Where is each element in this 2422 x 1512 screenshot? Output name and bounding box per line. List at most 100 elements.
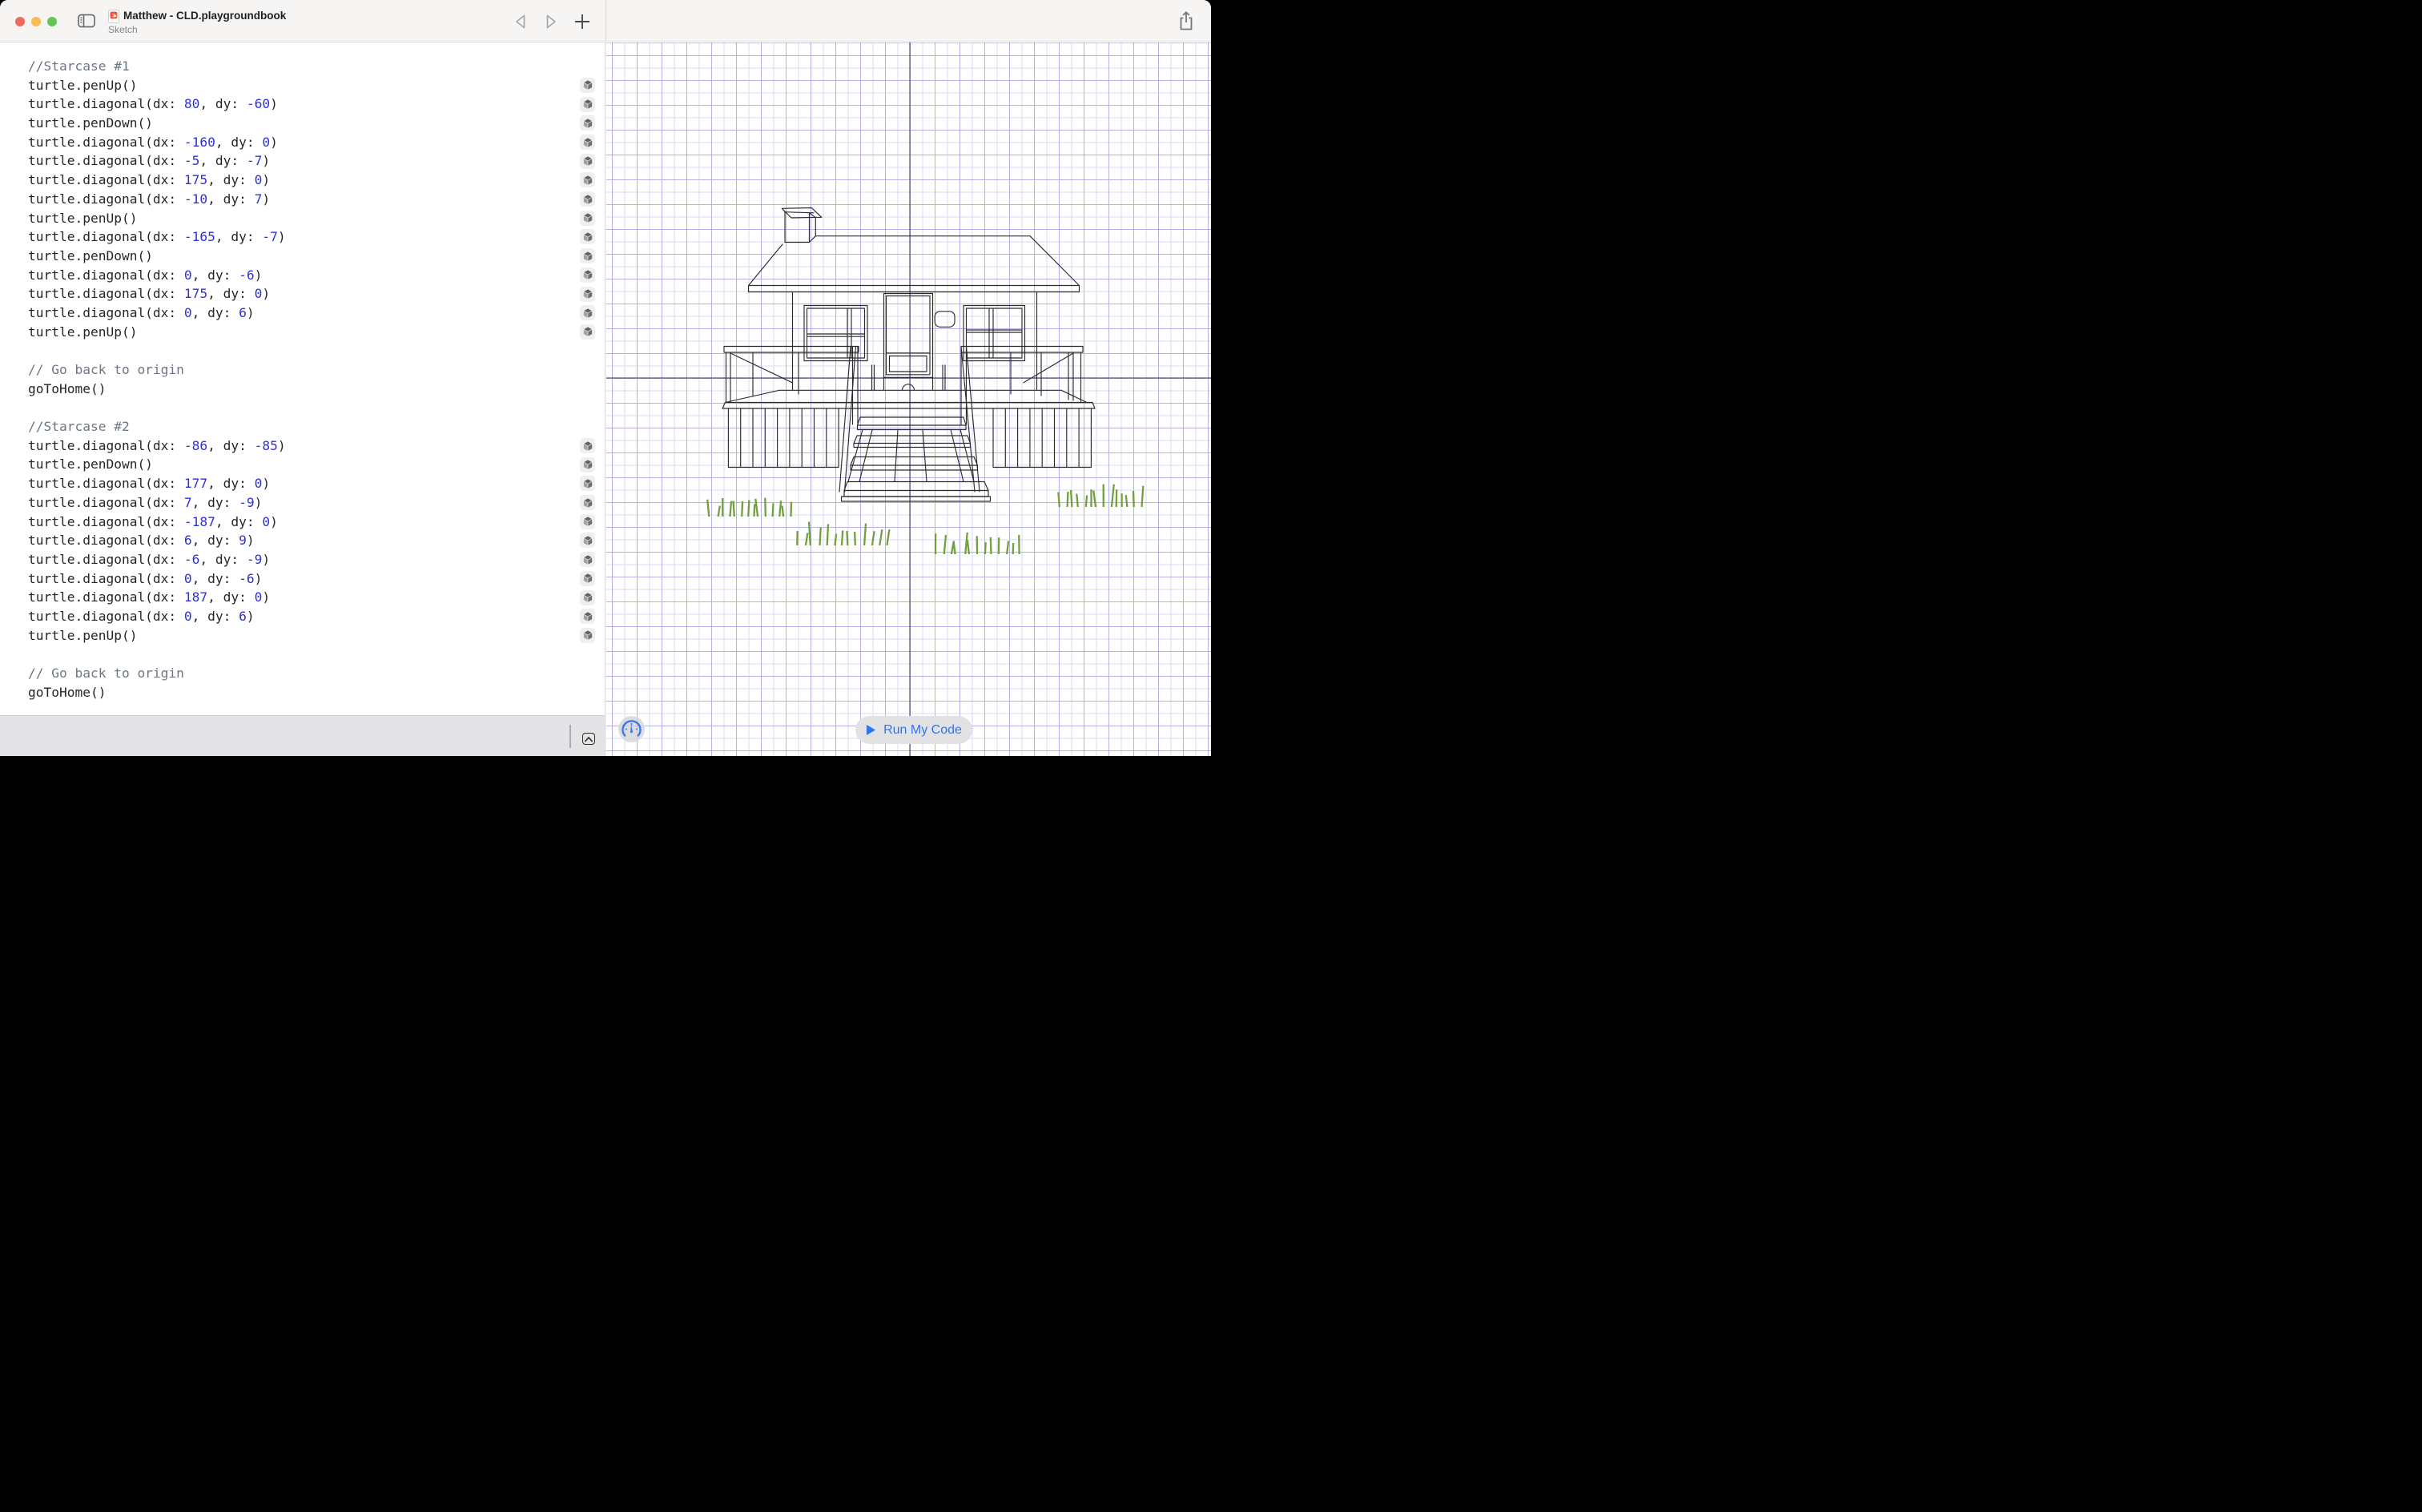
result-cube-button[interactable] — [580, 191, 595, 207]
cube-icon — [582, 535, 593, 546]
code-line[interactable]: turtle.penUp() — [0, 209, 605, 228]
result-cube-button[interactable] — [580, 305, 595, 321]
grass-blade — [1076, 493, 1079, 508]
code-line[interactable]: turtle.diagonal(dx: 0, dy: 6) — [0, 304, 605, 323]
code-line[interactable]: turtle.diagonal(dx: 7, dy: -9) — [0, 493, 605, 513]
grass-blade — [863, 523, 867, 546]
code-line[interactable]: turtle.diagonal(dx: 80, dy: -60) — [0, 94, 605, 114]
code-line[interactable]: turtle.penUp() — [0, 626, 605, 645]
code-line[interactable]: goToHome() — [0, 683, 605, 702]
code-line[interactable]: turtle.diagonal(dx: -187, dy: 0) — [0, 513, 605, 532]
result-cube-button[interactable] — [580, 552, 595, 568]
result-cube-button[interactable] — [580, 248, 595, 264]
grass-blade — [819, 527, 822, 546]
zoom-button[interactable] — [47, 17, 57, 26]
result-cube-button[interactable] — [580, 229, 595, 245]
code-line[interactable]: // Go back to origin — [0, 360, 605, 380]
code-line[interactable]: turtle.diagonal(dx: 177, dy: 0) — [0, 474, 605, 493]
result-cube-button[interactable] — [580, 533, 595, 549]
result-cube-button[interactable] — [580, 135, 595, 151]
cube-icon — [582, 251, 593, 262]
grass-blade — [781, 505, 785, 517]
cube-icon — [582, 592, 593, 603]
live-view-canvas[interactable]: Run My Code — [606, 42, 1211, 756]
minimize-button[interactable] — [31, 17, 41, 26]
result-cube-button[interactable] — [580, 115, 595, 131]
code-line[interactable] — [0, 645, 605, 664]
result-cube-button[interactable] — [580, 513, 595, 529]
result-cube-button[interactable] — [580, 286, 595, 302]
cube-icon — [582, 270, 593, 281]
result-cube-button[interactable] — [580, 172, 595, 188]
code-line[interactable]: goToHome() — [0, 380, 605, 399]
code-line[interactable]: turtle.penDown() — [0, 247, 605, 266]
result-cube-button[interactable] — [580, 210, 595, 226]
code-line[interactable] — [0, 398, 605, 417]
code-line[interactable]: turtle.penDown() — [0, 114, 605, 133]
code-line[interactable]: turtle.diagonal(dx: 6, dy: 9) — [0, 531, 605, 550]
result-cube-button[interactable] — [580, 495, 595, 511]
grass-blade — [807, 521, 811, 546]
result-cube-button[interactable] — [580, 609, 595, 625]
code-line[interactable]: turtle.penUp() — [0, 76, 605, 95]
result-cube-button[interactable] — [580, 589, 595, 605]
code-line[interactable]: turtle.diagonal(dx: -6, dy: -9) — [0, 550, 605, 569]
code-line[interactable]: turtle.diagonal(dx: -160, dy: 0) — [0, 133, 605, 152]
cube-icon — [582, 99, 593, 110]
result-cube-button[interactable] — [580, 476, 595, 492]
code-line[interactable]: turtle.penUp() — [0, 323, 605, 342]
code-line[interactable]: turtle.diagonal(dx: 0, dy: -6) — [0, 569, 605, 589]
grass-blade — [778, 501, 783, 517]
code-line[interactable]: turtle.penDown() — [0, 455, 605, 474]
speed-control-button[interactable] — [618, 716, 645, 742]
code-line[interactable]: turtle.diagonal(dx: 0, dy: -6) — [0, 266, 605, 285]
grass-blade — [952, 541, 956, 555]
window-subtitle: Sketch — [108, 24, 138, 35]
result-cube-button[interactable] — [580, 438, 595, 454]
grass-blade — [729, 501, 733, 517]
turtle-home-marker — [901, 384, 915, 391]
collapse-keyboard-button[interactable] — [582, 733, 595, 745]
code-line[interactable]: // Go back to origin — [0, 664, 605, 683]
code-line[interactable]: turtle.diagonal(dx: -86, dy: -85) — [0, 436, 605, 456]
code-line[interactable]: turtle.diagonal(dx: 0, dy: 6) — [0, 607, 605, 626]
forward-button[interactable] — [541, 11, 561, 32]
result-cube-button[interactable] — [580, 456, 595, 472]
result-cube-button[interactable] — [580, 570, 595, 586]
result-cube-button[interactable] — [580, 153, 595, 169]
result-cube-button[interactable] — [580, 96, 595, 112]
code-line[interactable]: //Starcase #1 — [0, 57, 605, 76]
sidebar-toggle-icon[interactable] — [78, 14, 95, 28]
result-cube-button[interactable] — [580, 77, 595, 93]
grass-blade — [943, 534, 947, 555]
code-line[interactable] — [0, 341, 605, 360]
run-my-code-button[interactable]: Run My Code — [855, 716, 972, 744]
code-line[interactable]: turtle.diagonal(dx: 187, dy: 0) — [0, 588, 605, 607]
grass-blade — [1092, 490, 1097, 508]
chevron-up-icon — [585, 736, 593, 742]
grass-blade — [1012, 542, 1015, 555]
grass-blade — [1084, 495, 1088, 508]
share-button[interactable] — [1176, 10, 1197, 31]
cube-icon — [582, 308, 593, 319]
grass-blade — [984, 542, 987, 555]
grass-blade — [1132, 491, 1135, 508]
code-line[interactable]: turtle.diagonal(dx: -10, dy: 7) — [0, 190, 605, 209]
code-line[interactable]: turtle.diagonal(dx: -5, dy: -7) — [0, 151, 605, 171]
grass-blade — [840, 530, 844, 546]
code-editor[interactable]: //Starcase #1 turtle.penUp() turtle.diago… — [0, 42, 606, 715]
back-button[interactable] — [510, 11, 531, 32]
cube-icon — [582, 630, 593, 641]
code-line[interactable]: turtle.diagonal(dx: 175, dy: 0) — [0, 171, 605, 190]
code-line[interactable]: turtle.diagonal(dx: 175, dy: 0) — [0, 284, 605, 304]
add-page-button[interactable] — [572, 11, 593, 32]
grass-blade — [753, 504, 756, 517]
cube-icon — [582, 194, 593, 205]
result-cube-button[interactable] — [580, 267, 595, 283]
result-cube-button[interactable] — [580, 324, 595, 340]
code-line[interactable]: turtle.diagonal(dx: -165, dy: -7) — [0, 227, 605, 247]
code-line[interactable]: //Starcase #2 — [0, 417, 605, 436]
close-button[interactable] — [15, 17, 25, 26]
result-cube-button[interactable] — [580, 627, 595, 643]
cube-icon — [582, 440, 593, 452]
